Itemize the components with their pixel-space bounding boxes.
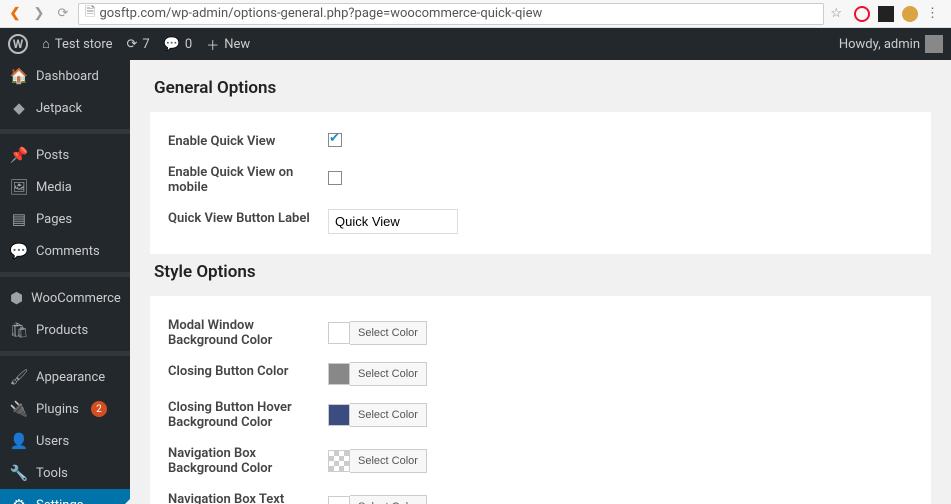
- swatch-close-btn[interactable]: [328, 363, 350, 385]
- checkbox-enable-qv[interactable]: [328, 133, 342, 147]
- sidebar-item-settings[interactable]: ⚙ Settings: [0, 489, 130, 504]
- site-link[interactable]: ⌂ Test store: [42, 36, 113, 52]
- comments-link[interactable]: 💬 0: [164, 37, 193, 52]
- label-modal-bg: Modal Window Background Color: [168, 310, 328, 356]
- dashboard-icon: 🏠: [10, 67, 28, 85]
- sidebar-item-label: Jetpack: [36, 101, 82, 116]
- url-bar[interactable]: 🗎 gosftp.com/wp-admin/options-general.ph…: [78, 3, 824, 25]
- sidebar-item-label: Comments: [36, 244, 100, 259]
- swatch-modal-bg[interactable]: [328, 322, 350, 344]
- back-icon[interactable]: ❮: [6, 5, 24, 23]
- howdy-link[interactable]: Howdy, admin: [839, 35, 943, 53]
- film-icon[interactable]: [878, 6, 894, 22]
- label-nav-text: Navigation Box Text Color: [168, 484, 328, 504]
- sidebar-item-woocommerce[interactable]: ⬢ WooCommerce: [0, 282, 130, 314]
- page-icon: 🗎: [85, 3, 95, 25]
- label-nav-bg: Navigation Box Background Color: [168, 438, 328, 484]
- select-color-close-btn[interactable]: Select Color: [350, 362, 427, 386]
- select-color-nav-text[interactable]: Select Color: [350, 495, 427, 504]
- reload-icon[interactable]: ⟳: [54, 5, 72, 23]
- sidebar-item-label: WooCommerce: [31, 291, 121, 306]
- sidebar-item-label: Dashboard: [36, 69, 99, 84]
- sidebar-item-appearance[interactable]: 🖌 Appearance: [0, 361, 130, 393]
- label-close-btn-hover: Closing Button Hover Background Color: [168, 392, 328, 438]
- site-name: Test store: [55, 37, 113, 52]
- comment-icon: 💬: [164, 37, 180, 52]
- sidebar-item-label: Pages: [36, 212, 72, 227]
- sidebar-item-label: Users: [36, 434, 69, 449]
- sidebar-item-label: Plugins: [36, 402, 79, 417]
- sidebar-item-pages[interactable]: ▤ Pages: [0, 203, 130, 235]
- pin-icon: 📌: [10, 146, 28, 164]
- comments-count: 0: [185, 37, 192, 52]
- brush-icon: 🖌: [10, 368, 28, 386]
- browser-toolbar: ❮ ❯ ⟳ 🗎 gosftp.com/wp-admin/options-gene…: [0, 0, 951, 28]
- sidebar-item-comments[interactable]: 💬 Comments: [0, 235, 130, 267]
- url-text: gosftp.com/wp-admin/options-general.php?…: [99, 6, 542, 21]
- sidebar-item-label: Tools: [36, 466, 68, 481]
- products-icon: 🛍: [10, 321, 28, 339]
- select-color-close-btn-hover[interactable]: Select Color: [350, 403, 427, 427]
- jetpack-icon: ◆: [10, 99, 28, 117]
- forward-icon[interactable]: ❯: [30, 5, 48, 23]
- plus-icon: ＋: [206, 35, 219, 54]
- sidebar-item-products[interactable]: 🛍 Products: [0, 314, 130, 346]
- extensions-area: ⋮: [848, 6, 945, 22]
- plug-icon: 🔌: [10, 400, 28, 418]
- swatch-close-btn-hover[interactable]: [328, 404, 350, 426]
- cookie-icon[interactable]: [902, 6, 918, 22]
- star-icon[interactable]: ☆: [830, 6, 842, 21]
- new-link[interactable]: ＋ New: [206, 35, 250, 54]
- label-enable-qv-mobile: Enable Quick View on mobile: [168, 157, 328, 203]
- sliders-icon: ⚙: [10, 496, 28, 504]
- wp-logo[interactable]: W: [8, 34, 28, 54]
- media-icon: 🖼: [10, 178, 28, 196]
- sidebar-item-jetpack[interactable]: ◆ Jetpack: [0, 92, 130, 124]
- sidebar-item-label: Media: [36, 180, 72, 195]
- general-options-panel: Enable Quick View Enable Quick View on m…: [150, 112, 931, 254]
- menu-dots-icon[interactable]: ⋮: [926, 6, 939, 21]
- sidebar-item-label: Posts: [36, 148, 69, 163]
- updates-count: 7: [142, 37, 149, 52]
- sidebar-item-plugins[interactable]: 🔌 Plugins 2: [0, 393, 130, 425]
- avatar: [925, 35, 943, 53]
- home-icon: ⌂: [42, 36, 50, 52]
- sidebar-item-users[interactable]: 👤 Users: [0, 425, 130, 457]
- sidebar-item-label: Products: [36, 323, 88, 338]
- sidebar-item-tools[interactable]: 🔧 Tools: [0, 457, 130, 489]
- checkbox-enable-qv-mobile[interactable]: [328, 171, 342, 185]
- label-close-btn: Closing Button Color: [168, 356, 328, 392]
- wp-adminbar: W ⌂ Test store ⟳ 7 💬 0 ＋ New Howdy, admi…: [0, 28, 951, 60]
- comment-icon: 💬: [10, 242, 28, 260]
- section-title-general: General Options: [150, 70, 931, 112]
- swatch-nav-bg[interactable]: [328, 450, 350, 472]
- new-label: New: [224, 37, 250, 52]
- sidebar-item-label: Appearance: [36, 370, 105, 385]
- input-btn-label[interactable]: [328, 209, 458, 234]
- opera-icon[interactable]: [854, 6, 870, 22]
- sidebar-item-label: Settings: [36, 498, 83, 504]
- select-color-modal-bg[interactable]: Select Color: [350, 321, 427, 345]
- user-icon: 👤: [10, 432, 28, 450]
- admin-sidebar: 🏠 Dashboard ◆ Jetpack 📌 Posts 🖼 Media ▤ Pages…: [0, 60, 130, 504]
- label-enable-qv: Enable Quick View: [168, 126, 328, 157]
- label-btn-label: Quick View Button Label: [168, 203, 328, 240]
- sidebar-item-media[interactable]: 🖼 Media: [0, 171, 130, 203]
- plugins-badge: 2: [91, 401, 107, 417]
- woocommerce-icon: ⬢: [10, 289, 23, 307]
- swatch-nav-text[interactable]: [328, 496, 350, 504]
- howdy-text: Howdy, admin: [839, 37, 920, 52]
- select-color-nav-bg[interactable]: Select Color: [350, 449, 427, 473]
- main-content: General Options Enable Quick View Enable…: [130, 60, 951, 504]
- wrench-icon: 🔧: [10, 464, 28, 482]
- updates-link[interactable]: ⟳ 7: [127, 37, 150, 52]
- page-icon: ▤: [10, 210, 28, 228]
- updates-icon: ⟳: [127, 37, 138, 52]
- style-options-panel: Modal Window Background Color Select Col…: [150, 296, 931, 504]
- sidebar-item-posts[interactable]: 📌 Posts: [0, 139, 130, 171]
- sidebar-item-dashboard[interactable]: 🏠 Dashboard: [0, 60, 130, 92]
- section-title-style: Style Options: [150, 254, 931, 296]
